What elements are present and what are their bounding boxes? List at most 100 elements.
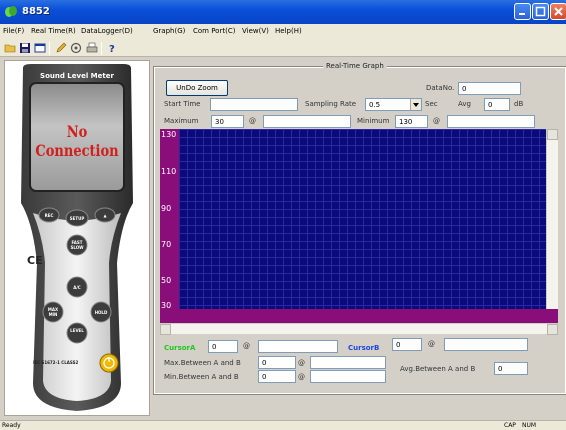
toolbar-separator <box>49 42 50 55</box>
min-between-label: Min.Between A and B <box>164 373 239 381</box>
real-time-plot[interactable]: 130 110 90 70 50 30 <box>160 129 546 325</box>
y-tick-label: 90 <box>161 204 172 213</box>
no-connection-status: No Connection <box>35 123 119 161</box>
maximum-field[interactable]: 30 <box>211 115 244 128</box>
num-lock-indicator: NUM <box>522 422 537 429</box>
avg-between-field[interactable]: 0 <box>494 362 528 375</box>
y-tick-label: 130 <box>161 130 177 139</box>
title-bar[interactable]: 8852 <box>0 0 566 24</box>
cursor-b-label: CursorB <box>348 344 380 352</box>
toolbar: ? <box>0 40 566 57</box>
rec-button-label: REC <box>44 213 54 218</box>
meter-panel: Sound Level Meter No Connection REC SETU… <box>4 60 150 416</box>
maximize-button[interactable] <box>532 3 549 20</box>
avg-between-label: Avg.Between A and B <box>400 365 476 373</box>
sec-label: Sec <box>425 100 438 108</box>
settings-circle-icon[interactable] <box>70 42 82 54</box>
avg-field[interactable]: 0 <box>484 98 510 111</box>
scroll-up-arrow-icon[interactable] <box>547 129 558 140</box>
fast-slow-button-label: FAST SLOW <box>70 240 84 250</box>
maximize-icon <box>535 6 546 17</box>
plot-vertical-scrollbar[interactable] <box>546 129 558 325</box>
plot-x-axis-band <box>160 309 558 323</box>
data-no-field[interactable]: 0 <box>458 82 521 95</box>
min-between-field[interactable]: 0 <box>258 370 296 383</box>
toolbar-separator <box>101 42 102 55</box>
ac-button-label: A/C <box>73 285 81 290</box>
maximum-at-symbol: @ <box>249 117 256 125</box>
max-between-label: Max.Between A and B <box>164 359 241 367</box>
menu-file[interactable]: File(F) <box>3 27 24 35</box>
status-text: Ready <box>2 422 21 429</box>
open-folder-icon[interactable] <box>4 42 16 54</box>
chevron-down-icon[interactable] <box>410 99 421 110</box>
caps-lock-indicator: CAP <box>504 422 516 429</box>
max-min-button-label: MAX MIN <box>47 307 59 317</box>
hold-button-label: HOLD <box>94 310 108 315</box>
up-button-label: ▲ <box>103 213 107 218</box>
setup-button-label: SETUP <box>69 216 85 221</box>
scroll-left-arrow-icon[interactable] <box>160 324 171 335</box>
y-tick-label: 70 <box>161 240 172 249</box>
menu-bar: File(F) Real Time(R) DataLogger(D) Graph… <box>0 24 566 40</box>
max-between-time-field[interactable] <box>310 356 386 369</box>
datalogger-icon[interactable] <box>34 42 46 54</box>
cursor-a-time-field[interactable] <box>258 340 338 353</box>
min-between-time-field[interactable] <box>310 370 386 383</box>
y-tick-label: 110 <box>161 167 177 176</box>
menu-com-port[interactable]: Com Port(C) <box>193 27 235 35</box>
menu-view[interactable]: View(V) <box>242 27 269 35</box>
cursor-a-at-symbol: @ <box>243 342 250 350</box>
meter-title: Sound Level Meter <box>40 72 114 80</box>
menu-help[interactable]: Help(H) <box>275 27 302 35</box>
db-unit-label: dB <box>514 100 524 108</box>
sampling-rate-value: 0.5 <box>369 101 381 109</box>
plot-horizontal-scrollbar[interactable] <box>160 323 558 335</box>
max-between-field[interactable]: 0 <box>258 356 296 369</box>
sampling-rate-label: Sampling Rate <box>305 100 357 108</box>
cursor-b-time-field[interactable] <box>444 338 528 351</box>
plot-grid <box>179 129 546 325</box>
level-button-label: LEVEL <box>70 328 84 333</box>
save-disk-icon[interactable] <box>19 42 31 54</box>
print-icon[interactable] <box>86 42 98 54</box>
pencil-icon[interactable] <box>55 42 67 54</box>
minimum-field[interactable]: 130 <box>395 115 428 128</box>
minimize-button[interactable] <box>514 3 531 20</box>
scroll-right-arrow-icon[interactable] <box>547 324 558 335</box>
minimum-time-field[interactable] <box>447 115 535 128</box>
window-title: 8852 <box>22 6 50 17</box>
maximum-label: Maximum <box>164 117 199 125</box>
sound-level-meter-image: Sound Level Meter No Connection REC SETU… <box>13 63 141 413</box>
ce-mark: CE <box>27 254 43 267</box>
status-bar: Ready CAP NUM <box>0 420 566 430</box>
data-no-label: DataNo. <box>426 84 455 92</box>
minimize-icon <box>519 13 525 15</box>
start-time-label: Start Time <box>164 100 201 108</box>
max-between-at-symbol: @ <box>298 359 305 367</box>
undo-zoom-button[interactable]: UnDo Zoom <box>166 80 228 96</box>
min-between-at-symbol: @ <box>298 373 305 381</box>
graph-frame-title: Real-Time Graph <box>323 62 387 70</box>
cursor-a-value-field[interactable]: 0 <box>208 340 238 353</box>
y-tick-label: 50 <box>161 276 172 285</box>
cursor-b-value-field[interactable]: 0 <box>392 338 422 351</box>
menu-graph[interactable]: Graph(G) <box>153 27 185 35</box>
sampling-rate-select[interactable]: 0.5 <box>365 98 422 111</box>
app-leaf-icon <box>5 6 17 17</box>
svg-text:?: ? <box>109 44 115 54</box>
close-button[interactable] <box>550 3 566 20</box>
cursor-b-at-symbol: @ <box>428 340 435 348</box>
close-icon <box>554 7 563 16</box>
menu-real-time[interactable]: Real Time(R) <box>31 27 76 35</box>
minimum-label: Minimum <box>357 117 390 125</box>
cursor-a-label: CursorA <box>164 344 196 352</box>
iec-standard-label: IEC 61672-1 CLASS2 <box>33 360 79 365</box>
maximum-time-field[interactable] <box>263 115 351 128</box>
help-icon[interactable]: ? <box>106 42 118 54</box>
menu-datalogger[interactable]: DataLogger(D) <box>81 27 133 35</box>
plot-y-axis: 130 110 90 70 50 30 <box>160 129 179 325</box>
avg-label: Avg <box>458 100 471 108</box>
minimum-at-symbol: @ <box>433 117 440 125</box>
start-time-field[interactable] <box>210 98 298 111</box>
